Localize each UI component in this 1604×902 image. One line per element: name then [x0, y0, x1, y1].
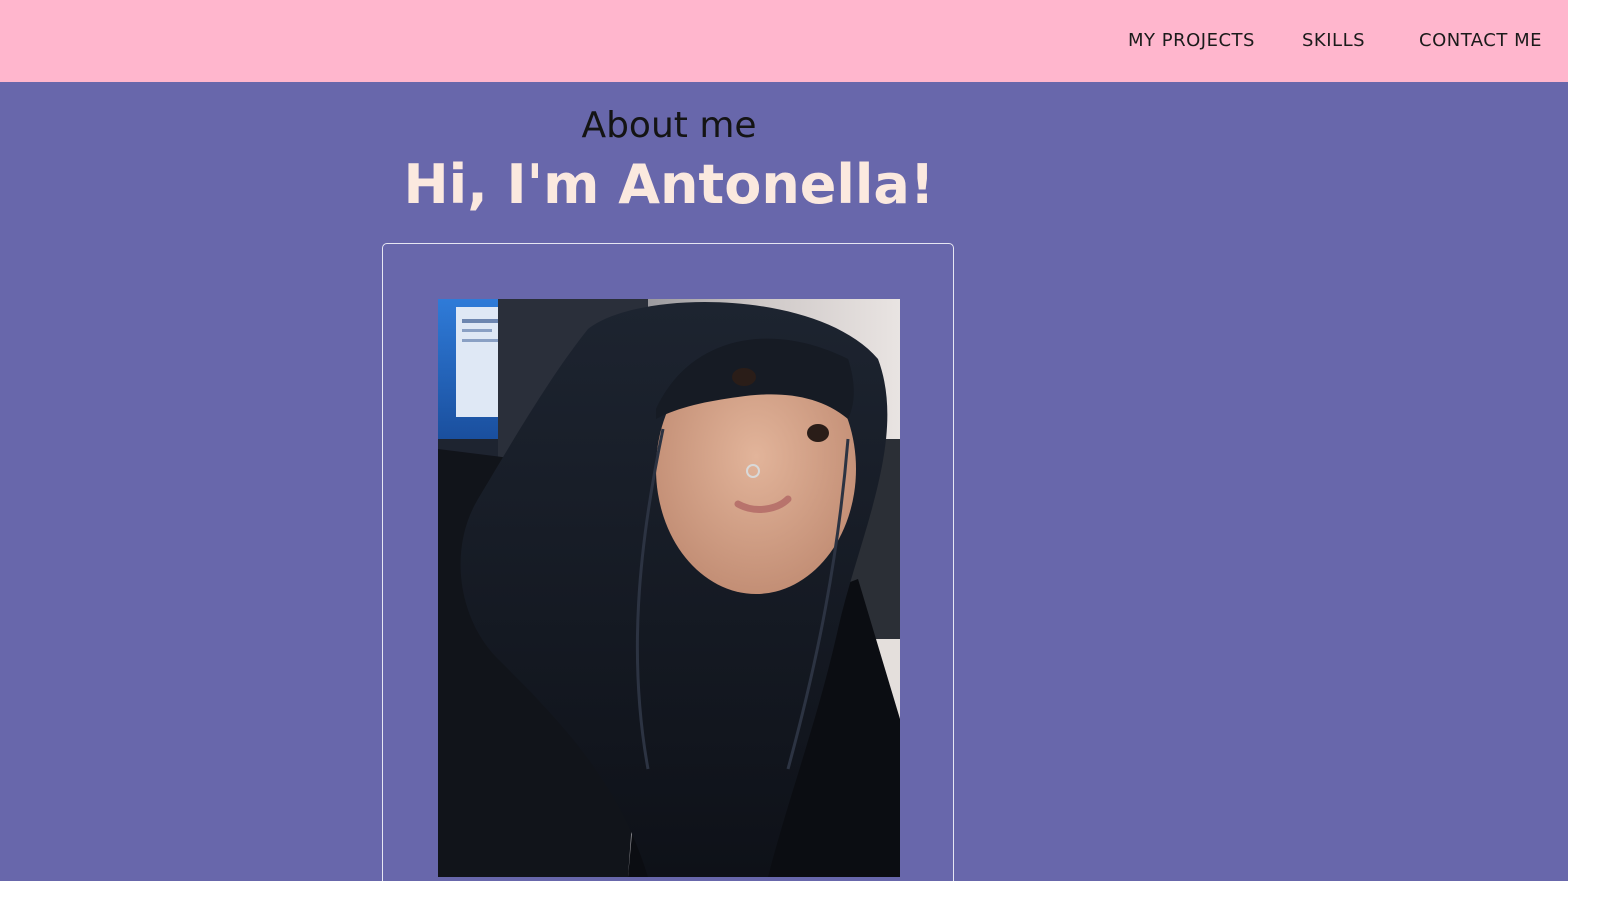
page: MY PROJECTS SKILLS CONTACT ME About me H…: [0, 0, 1604, 902]
about-section: About me Hi, I'm Antonella!: [0, 82, 1568, 902]
right-edge: [1568, 0, 1604, 902]
top-navbar: MY PROJECTS SKILLS CONTACT ME: [0, 0, 1568, 82]
section-title: About me: [581, 105, 757, 146]
photo-card: [382, 243, 954, 902]
greeting-heading: Hi, I'm Antonella!: [403, 153, 935, 216]
nav-link-skills[interactable]: SKILLS: [1302, 30, 1365, 51]
bottom-edge: [0, 881, 1604, 902]
nav-link-my-projects[interactable]: MY PROJECTS: [1128, 30, 1255, 51]
nav-link-contact-me[interactable]: CONTACT ME: [1419, 30, 1542, 51]
profile-photo: [438, 299, 900, 877]
